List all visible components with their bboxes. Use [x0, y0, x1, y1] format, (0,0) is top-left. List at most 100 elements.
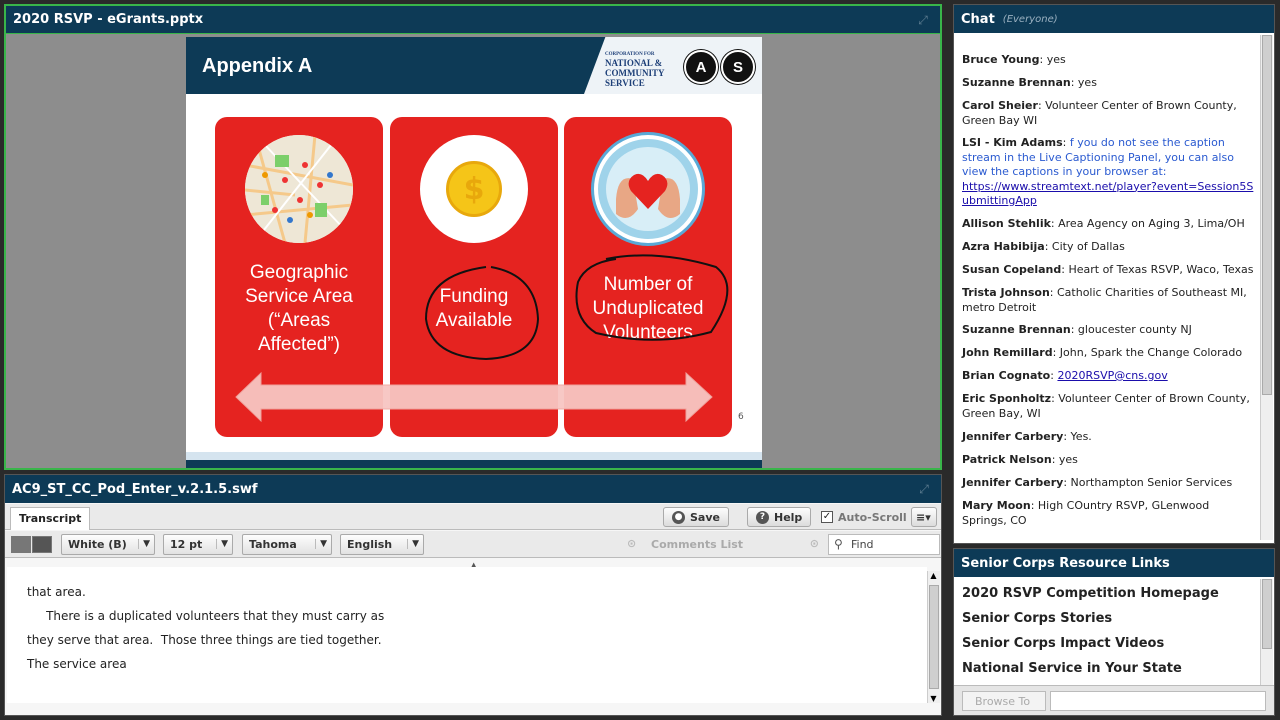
caption-transcript: that area. There is a duplicated volunte… — [7, 567, 927, 703]
chat-message: John Remillard: John, Spark the Change C… — [962, 346, 1243, 359]
auto-scroll-toggle[interactable]: ✓ Auto-Scroll — [813, 507, 915, 527]
color-select[interactable]: White (B) ▼ — [61, 534, 155, 555]
chat-sender: Allison Stehlik — [962, 217, 1051, 230]
chat-text: John, Spark the Change Colorado — [1059, 346, 1243, 359]
slide-page-number: 6 — [738, 412, 744, 422]
comment-prev-icon[interactable]: ⊙ — [627, 537, 636, 550]
caption-line: The service area — [27, 657, 127, 671]
link-item[interactable]: 2020 RSVP Competition Homepage — [962, 586, 1219, 601]
chat-sender: Azra Habibija — [962, 240, 1045, 253]
chat-sender: Brian Cognato — [962, 369, 1051, 382]
caption-options-menu[interactable]: ≡▾ — [911, 507, 937, 527]
chat-sender: Mary Moon — [962, 499, 1031, 512]
caption-scrollbar[interactable]: ▲ ▼ — [927, 571, 940, 703]
language-select[interactable]: English ▼ — [340, 534, 424, 555]
share-pod-title: 2020 RSVP - eGrants.pptx — [13, 12, 204, 27]
link-item[interactable]: Senior Corps Impact Videos — [962, 636, 1164, 651]
chat-text: Yes. — [1070, 430, 1092, 443]
chat-message: Brian Cognato: 2020RSVP@cns.gov — [962, 369, 1168, 382]
comments-list-select[interactable]: ⊙ Comments List ⊙ — [623, 534, 823, 555]
chat-sender: Eric Sponholtz — [962, 392, 1052, 405]
find-placeholder: Find — [851, 538, 874, 551]
link-item[interactable]: Senior Corps Stories — [962, 611, 1112, 626]
caption-line: There is a duplicated volunteers that th… — [27, 609, 385, 623]
links-pod-titlebar: Senior Corps Resource Links — [954, 549, 1274, 577]
links-scroll-thumb[interactable] — [1262, 579, 1272, 649]
browse-to-button[interactable]: Browse To — [962, 691, 1046, 711]
search-icon: ⚲ — [834, 537, 843, 551]
caption-pod-title: AC9_ST_CC_Pod_Enter_v.2.1.5.swf — [12, 481, 258, 497]
comment-next-icon[interactable]: ⊙ — [810, 537, 819, 550]
save-button-label: Save — [690, 510, 720, 524]
chat-message: Allison Stehlik: Area Agency on Aging 3,… — [962, 217, 1245, 230]
chat-scroll-thumb[interactable] — [1262, 35, 1272, 395]
links-pod: Senior Corps Resource Links 2020 RSVP Co… — [953, 548, 1275, 716]
share-pod-titlebar: 2020 RSVP - eGrants.pptx — [6, 6, 940, 34]
links-scrollbar[interactable] — [1260, 579, 1273, 685]
chat-message: Trista Johnson: Catholic Charities of So… — [962, 286, 1247, 314]
font-size-select[interactable]: 12 pt ▼ — [163, 534, 233, 555]
chat-message: Bruce Young: yes — [962, 53, 1066, 66]
auto-scroll-checkbox[interactable]: ✓ — [821, 511, 833, 523]
caption-line: they serve that area. Those three things… — [27, 633, 382, 647]
chat-text: yes — [1046, 53, 1066, 66]
links-pod-title: Senior Corps Resource Links — [961, 555, 1170, 571]
chat-scrollbar[interactable] — [1260, 35, 1273, 540]
auto-scroll-label: Auto-Scroll — [838, 510, 907, 524]
scroll-up-icon[interactable]: ▲ — [928, 571, 939, 580]
chat-message: Carol Sheier: Volunteer Center of Brown … — [962, 99, 1237, 127]
chat-sender: Carol Sheier — [962, 99, 1038, 112]
view-split-icon[interactable] — [32, 536, 52, 553]
chat-sender: Suzanne Brennan — [962, 76, 1071, 89]
chat-message: Eric Sponholtz: Volunteer Center of Brow… — [962, 392, 1250, 420]
browse-url-input[interactable] — [1050, 691, 1266, 711]
help-button[interactable]: ? Help — [747, 507, 812, 527]
chat-message: Jennifer Carbery: Yes. — [962, 430, 1092, 443]
chevron-down-icon: ▼ — [138, 539, 150, 549]
save-button[interactable]: ● Save — [663, 507, 729, 527]
caption-pod: AC9_ST_CC_Pod_Enter_v.2.1.5.swf ⤢ Transc… — [4, 474, 942, 716]
chat-text: yes — [1058, 453, 1078, 466]
view-single-icon[interactable] — [11, 536, 31, 553]
find-input[interactable]: ⚲ Find — [828, 534, 940, 555]
chat-pod-titlebar: Chat (Everyone) — [954, 5, 1274, 33]
annotation-circle-funding — [424, 266, 540, 361]
chat-message: Suzanne Brennan: yes — [962, 76, 1097, 89]
chat-message: LSI - Kim Adams: f you do not see the ca… — [962, 136, 1254, 208]
chat-link[interactable]: 2020RSVP@cns.gov — [1057, 369, 1167, 382]
chat-sender: LSI - Kim Adams — [962, 136, 1063, 149]
chat-message: Mary Moon: High COuntry RSVP, GLenwood S… — [962, 499, 1210, 527]
slide-annotations — [235, 254, 729, 423]
chat-pod-title: Chat — [961, 11, 995, 27]
caption-line: that area. — [27, 585, 86, 599]
chat-message: Suzanne Brennan: gloucester county NJ — [962, 323, 1192, 336]
chat-message: Azra Habibija: City of Dallas — [962, 240, 1125, 253]
chat-text: Heart of Texas RSVP, Waco, Texas — [1068, 263, 1254, 276]
chat-sender: Jennifer Carbery — [962, 430, 1064, 443]
chat-link[interactable]: https://www.streamtext.net/player?event=… — [962, 180, 1253, 208]
tab-transcript[interactable]: Transcript — [10, 507, 91, 530]
chat-sender: Trista Johnson — [962, 286, 1050, 299]
presentation-slide: Appendix A CORPORATION FOR NATIONAL & CO… — [186, 37, 762, 468]
font-family-select-value: Tahoma — [249, 538, 297, 551]
color-select-value: White (B) — [68, 538, 127, 551]
caption-pod-menu-icon[interactable]: ⤢ — [917, 483, 931, 497]
chat-message: Susan Copeland: Heart of Texas RSVP, Wac… — [962, 263, 1254, 276]
language-select-value: English — [347, 538, 393, 551]
link-item[interactable]: National Service in Your State — [962, 661, 1182, 676]
chat-sender: Patrick Nelson — [962, 453, 1052, 466]
links-footer: Browse To — [954, 685, 1274, 715]
font-family-select[interactable]: Tahoma ▼ — [242, 534, 332, 555]
font-size-select-value: 12 pt — [170, 538, 203, 551]
caption-format-toolbar: White (B) ▼ 12 pt ▼ Tahoma ▼ English ▼ ⊙ Com… — [5, 531, 941, 558]
chat-audience: (Everyone) — [1002, 13, 1058, 25]
save-icon: ● — [672, 510, 685, 524]
caption-scroll-thumb[interactable] — [929, 585, 939, 689]
help-button-label: Help — [774, 510, 803, 524]
share-pod-menu-icon[interactable]: ⤢ — [916, 14, 930, 28]
help-icon: ? — [756, 510, 769, 524]
annotation-circle-volunteers — [575, 254, 729, 341]
chat-text: City of Dallas — [1051, 240, 1125, 253]
double-arrow-icon — [235, 371, 713, 423]
scroll-down-icon[interactable]: ▼ — [928, 694, 939, 703]
